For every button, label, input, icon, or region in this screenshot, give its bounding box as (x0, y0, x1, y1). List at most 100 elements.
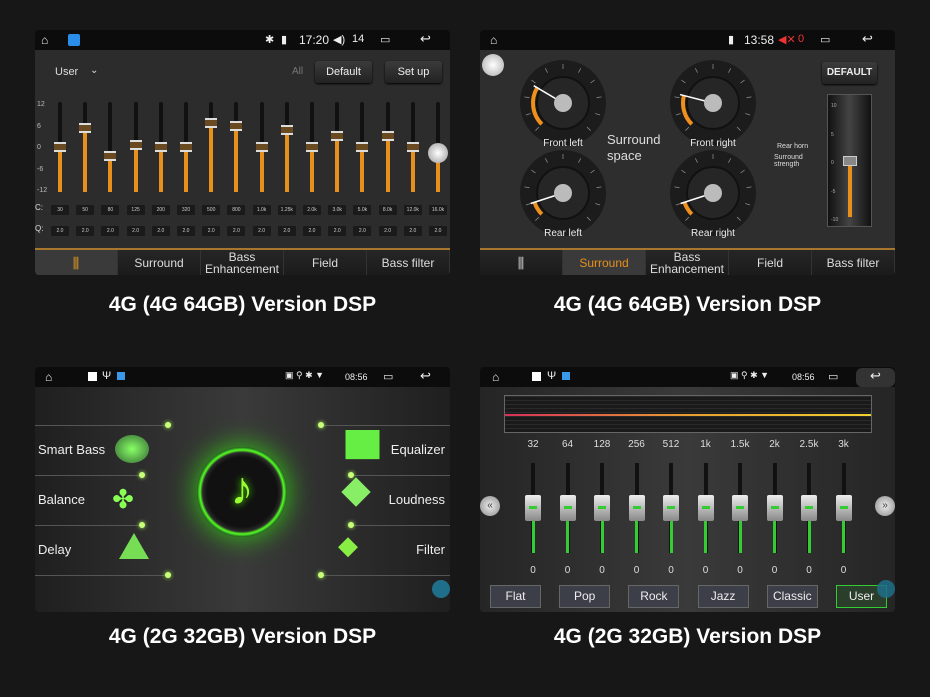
eq-slider-knob[interactable] (205, 117, 218, 128)
gauge-knob[interactable] (704, 94, 722, 112)
fc-value[interactable]: 3.0k (328, 205, 347, 215)
q-value[interactable]: 2.0 (252, 226, 271, 236)
tab-bass-enhancement[interactable]: Bass Enhancement (646, 250, 729, 275)
fc-value[interactable]: 30 (51, 205, 69, 215)
eq-slider-knob[interactable] (381, 130, 394, 141)
preset-button-jazz[interactable]: Jazz (697, 585, 749, 608)
equalizer-icon[interactable]: ▐█▌ (337, 431, 388, 459)
recent-apps-icon[interactable]: ▭ (380, 33, 390, 46)
menu-loudness[interactable]: Loudness (389, 492, 445, 507)
tab-field[interactable]: Field (284, 250, 367, 275)
fc-value[interactable]: 500 (202, 205, 221, 215)
eq-slider-knob[interactable] (525, 495, 541, 521)
eq-slider-knob[interactable] (79, 123, 92, 134)
eq-slider-knob[interactable] (180, 142, 192, 152)
q-value[interactable]: 2.0 (429, 226, 447, 236)
fc-value[interactable]: 320 (177, 205, 195, 215)
dsp-center-button[interactable]: ♪ (197, 447, 287, 537)
filter-icon[interactable]: ◆ (338, 530, 358, 561)
gauge-knob[interactable] (554, 94, 572, 112)
back-icon[interactable]: ↩ (420, 31, 431, 47)
balance-icon[interactable]: ✤ (107, 483, 139, 515)
tab-bass-filter[interactable]: Bass filter (812, 250, 895, 275)
q-value[interactable]: 2.0 (378, 226, 397, 236)
q-value[interactable]: 2.0 (51, 226, 69, 236)
all-label[interactable]: All (292, 66, 303, 77)
preset-button-rock[interactable]: Rock (628, 585, 680, 608)
q-value[interactable]: 2.0 (151, 226, 170, 236)
eq-slider-knob[interactable] (406, 142, 419, 152)
delay-icon[interactable] (119, 533, 149, 559)
previous-page-button[interactable]: « (480, 496, 500, 516)
preset-button-flat[interactable]: Flat (490, 585, 541, 608)
menu-filter[interactable]: Filter (416, 542, 445, 557)
q-value[interactable]: 2.0 (328, 226, 347, 236)
eq-slider-knob[interactable] (628, 495, 645, 521)
default-button[interactable]: DEFAULT (822, 62, 877, 84)
app-icon[interactable] (68, 34, 80, 46)
eq-slider-knob[interactable] (129, 140, 142, 151)
home-icon[interactable]: ⌂ (492, 370, 499, 384)
next-page-button[interactable]: » (875, 496, 895, 516)
floating-assist-button[interactable] (877, 580, 895, 598)
recent-apps-icon[interactable]: ▭ (828, 370, 838, 383)
eq-slider-knob[interactable] (835, 495, 852, 521)
eq-slider-knob[interactable] (697, 495, 714, 521)
q-value[interactable]: 2.0 (126, 226, 145, 236)
eq-slider-knob[interactable] (280, 125, 293, 136)
recent-apps-icon[interactable]: ▭ (383, 370, 393, 383)
fc-value[interactable]: 8.0k (378, 205, 397, 215)
tab-equalizer[interactable]: ⫼ (480, 250, 563, 275)
q-value[interactable]: 2.0 (101, 226, 120, 236)
fc-value[interactable]: 2.0k (303, 205, 321, 215)
preset-dropdown[interactable]: User (55, 66, 78, 78)
chevron-down-icon[interactable]: ⌄ (90, 65, 98, 76)
fc-value[interactable]: 16.0k (429, 205, 447, 215)
tab-surround[interactable]: Surround (118, 250, 201, 275)
menu-balance[interactable]: Balance (38, 492, 85, 507)
home-icon[interactable]: ⌂ (41, 33, 48, 47)
eq-slider-knob[interactable] (255, 142, 268, 152)
setup-button[interactable]: Set up (385, 61, 442, 83)
q-value[interactable]: 2.0 (76, 226, 95, 236)
eq-slider-knob[interactable] (154, 142, 167, 152)
eq-slider-knob[interactable] (559, 495, 576, 521)
eq-slider-knob[interactable] (306, 142, 318, 152)
q-value[interactable]: 2.0 (277, 226, 296, 236)
tab-field[interactable]: Field (729, 250, 812, 275)
fc-value[interactable]: 5.0k (353, 205, 372, 215)
fc-value[interactable]: 200 (151, 205, 170, 215)
back-button[interactable]: ↩ (856, 368, 895, 387)
eq-slider-knob[interactable] (54, 142, 66, 152)
fc-value[interactable]: 125 (126, 205, 145, 215)
eq-slider-knob[interactable] (428, 142, 448, 163)
loudness-icon[interactable] (341, 477, 371, 507)
floating-assist-button[interactable] (432, 580, 450, 598)
gauge-knob[interactable] (704, 184, 722, 202)
eq-slider-knob[interactable] (766, 495, 783, 521)
default-button[interactable]: Default (315, 61, 372, 83)
menu-delay[interactable]: Delay (38, 542, 71, 557)
eq-slider-knob[interactable] (594, 495, 610, 521)
preset-button-pop[interactable]: Pop (559, 585, 611, 608)
q-value[interactable]: 2.0 (177, 226, 195, 236)
q-value[interactable]: 2.0 (227, 226, 246, 236)
fc-value[interactable]: 1.0k (252, 205, 271, 215)
menu-smart-bass[interactable]: Smart Bass (38, 442, 105, 457)
eq-slider-knob[interactable] (732, 495, 748, 521)
gauge-knob[interactable] (554, 184, 572, 202)
eq-slider-knob[interactable] (801, 495, 817, 521)
slider-knob[interactable] (843, 156, 857, 166)
tab-bass-filter[interactable]: Bass filter (367, 250, 450, 275)
eq-slider-knob[interactable] (104, 151, 117, 162)
eq-slider-knob[interactable] (663, 495, 679, 521)
preset-button-classic[interactable]: Classic (766, 585, 818, 608)
eq-slider-knob[interactable] (230, 121, 243, 132)
fc-value[interactable]: 12.0k (403, 205, 422, 215)
smart-bass-icon[interactable] (115, 435, 149, 463)
eq-slider-knob[interactable] (331, 130, 344, 141)
fc-value[interactable]: 800 (227, 205, 246, 215)
tab-equalizer[interactable]: ⫼ (35, 250, 118, 275)
surround-strength-slider[interactable]: 10 5 0 -5 -10 (827, 94, 872, 227)
fc-value[interactable]: 1.25k (277, 205, 296, 215)
